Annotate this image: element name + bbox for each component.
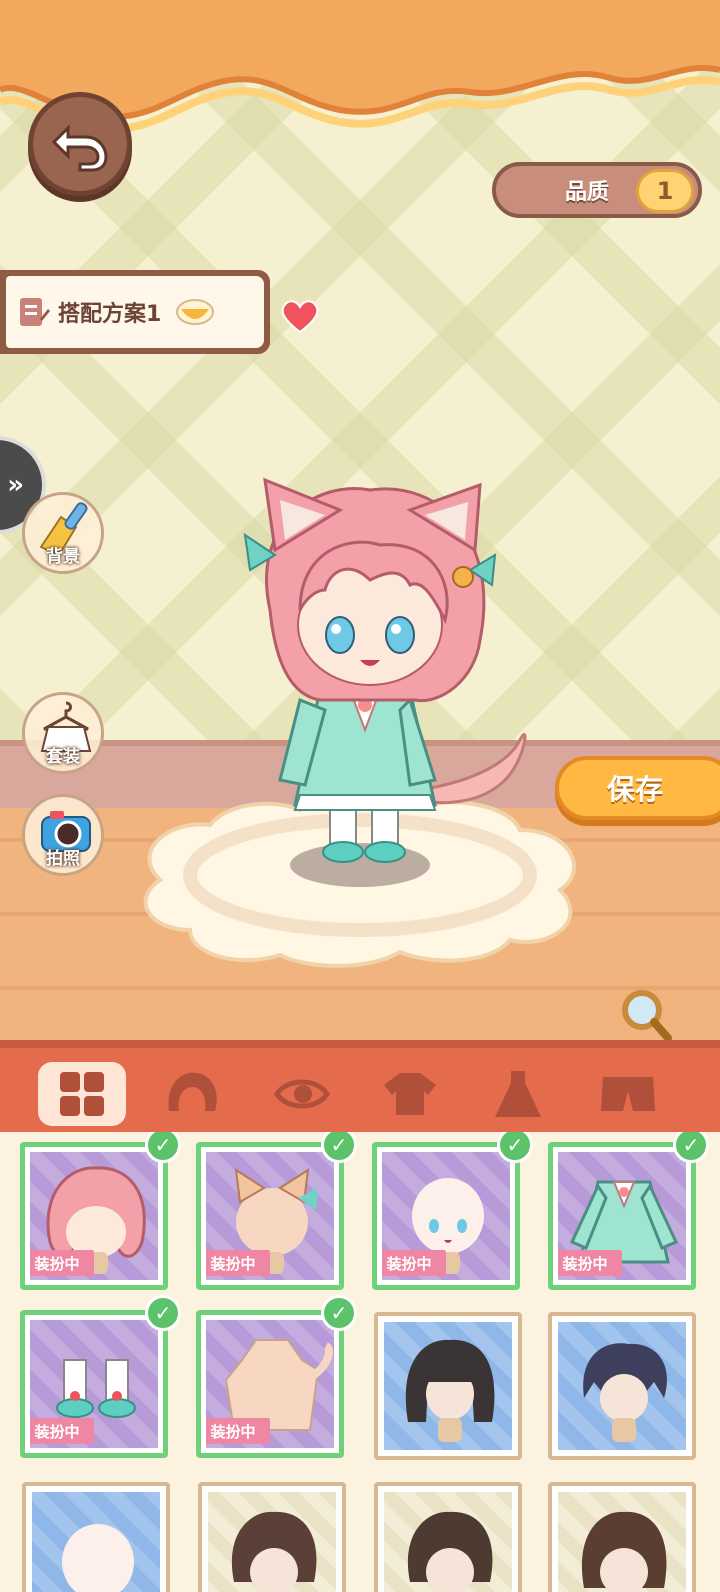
zoom-magnifier-icon[interactable] [620,988,672,1044]
check-icon: ✓ [145,1295,181,1331]
save-button[interactable]: 保存 [555,756,720,820]
item-card[interactable]: 装扮中 ✓ [20,1295,181,1458]
tab-dresses[interactable] [474,1062,562,1126]
back-arrow-icon [51,124,108,172]
item-card[interactable]: 装扮中 ✓ [548,1132,709,1290]
equipped-badge: 装扮中 [206,1250,270,1276]
photo-label: 拍照 [46,849,80,869]
item-card[interactable] [198,1482,346,1592]
character-avatar[interactable] [230,460,540,880]
equipped-badge: 装扮中 [30,1250,94,1276]
tab-eyes[interactable] [258,1062,346,1126]
item-card[interactable] [22,1482,170,1592]
bald-head-item-icon [62,1524,134,1592]
item-card[interactable] [374,1482,522,1592]
tab-bottoms[interactable] [584,1062,672,1126]
check-icon: ✓ [673,1132,709,1163]
heart-icon[interactable] [280,298,320,334]
item-card[interactable] [374,1312,522,1460]
shorts-icon [601,1077,655,1111]
item-card[interactable]: 装扮中 ✓ [196,1295,357,1458]
item-card[interactable]: 装扮中 ✓ [372,1132,533,1290]
dressing-room-scene: 品质 1 搭配方案1 » 背景 套装 拍照 保存 [0,0,720,1060]
brown-hair-item-icon [581,1511,667,1592]
brown-hair-item-icon [407,1511,493,1592]
hair-icon [168,1072,217,1111]
item-card[interactable]: 装扮中 ✓ [196,1132,357,1290]
suit-label: 套装 [46,747,80,767]
outfit-plan-name: 搭配方案1 [58,302,162,327]
navy-short-hair-item-icon [583,1343,667,1442]
check-icon: ✓ [145,1132,181,1163]
eye-icon [274,1079,330,1109]
document-edit-icon [20,298,50,326]
tab-hair[interactable] [148,1062,236,1126]
item-card[interactable] [548,1482,696,1592]
chevron-right-icon: » [7,470,24,500]
photo-button[interactable]: 拍照 [22,794,104,876]
equipped-badge: 装扮中 [558,1250,622,1276]
gold-bowl-icon [176,299,215,325]
equipped-badge: 装扮中 [30,1418,94,1444]
item-card[interactable] [548,1312,696,1460]
check-icon: ✓ [321,1132,357,1163]
tab-all[interactable] [38,1062,126,1126]
quality-button[interactable]: 品质 1 [492,162,702,218]
background-label: 背景 [46,547,80,567]
check-icon: ✓ [497,1132,533,1163]
brown-hair-item-icon [231,1511,317,1592]
save-label: 保存 [606,773,663,806]
dress-icon [495,1071,541,1117]
equipped-badge: 装扮中 [382,1250,446,1276]
top-shirt-icon [384,1073,436,1115]
back-button[interactable] [28,92,132,196]
background-button[interactable]: 背景 [22,492,104,574]
suit-button[interactable]: 套装 [22,692,104,774]
category-tab-bar [0,1040,720,1132]
tab-tops[interactable] [366,1062,454,1126]
grid-all-icon [60,1072,104,1116]
item-card[interactable]: 装扮中 ✓ [20,1132,181,1290]
equipped-badge: 装扮中 [206,1418,270,1444]
item-grid: 装扮中 ✓ 装扮中 ✓ 装扮中 ✓ 装扮中 ✓ 装扮中 ✓ 装扮中 ✓ [0,1132,720,1592]
black-long-hair-item-icon [405,1339,495,1442]
quality-value: 1 [636,169,694,213]
outfit-plan-selector[interactable]: 搭配方案1 [0,270,270,354]
check-icon: ✓ [321,1295,357,1331]
